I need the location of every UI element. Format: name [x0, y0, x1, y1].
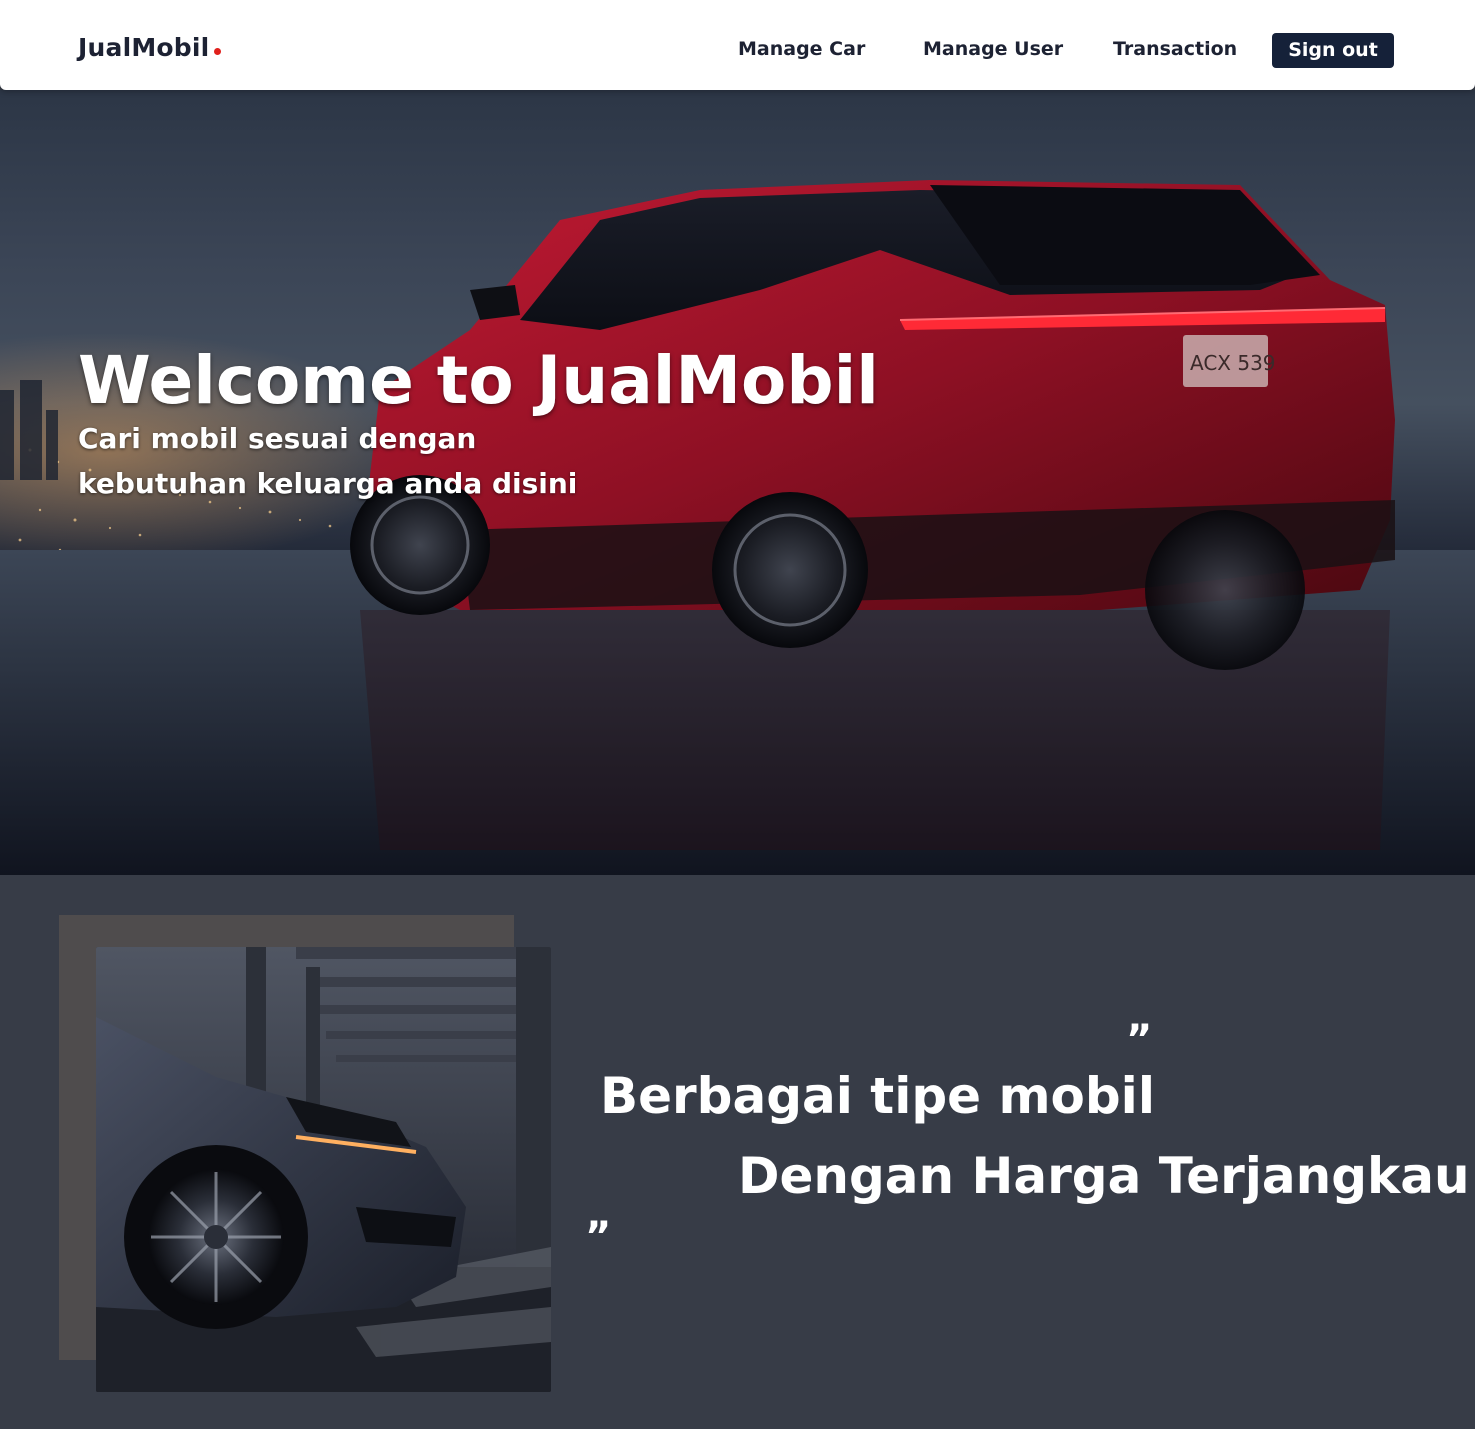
feature-car-image: [96, 947, 551, 1392]
brand-dot-icon: [214, 48, 222, 55]
nav-link-transaction[interactable]: Transaction: [1113, 38, 1237, 60]
brand-name: JualMobil: [78, 33, 210, 62]
hero-banner: ACX 539 Welcome to JualMobil Cari mobil …: [0, 90, 1475, 875]
hero-subtitle-line1: Cari mobil sesuai dengan: [78, 422, 477, 455]
tagline-line1: Berbagai tipe mobil: [600, 1067, 1155, 1125]
brand-logo[interactable]: JualMobil: [78, 33, 222, 62]
hero-subtitle-line2: kebutuhan keluarga anda disini: [78, 467, 578, 500]
tagline-line2: Dengan Harga Terjangkau: [738, 1147, 1470, 1205]
nav-link-manage-user[interactable]: Manage User: [923, 38, 1063, 60]
feature-section: ” Berbagai tipe mobil Dengan Harga Terja…: [0, 875, 1475, 1429]
close-quote-icon: ”: [585, 1214, 612, 1260]
hero-title: Welcome to JualMobil: [78, 342, 879, 419]
open-quote-icon: ”: [1126, 1017, 1153, 1063]
license-plate-text: ACX 539: [1190, 351, 1276, 375]
sign-out-button[interactable]: Sign out: [1272, 33, 1394, 68]
top-navbar: JualMobil Manage Car Manage User Transac…: [0, 0, 1475, 90]
nav-link-manage-car[interactable]: Manage Car: [738, 38, 865, 60]
